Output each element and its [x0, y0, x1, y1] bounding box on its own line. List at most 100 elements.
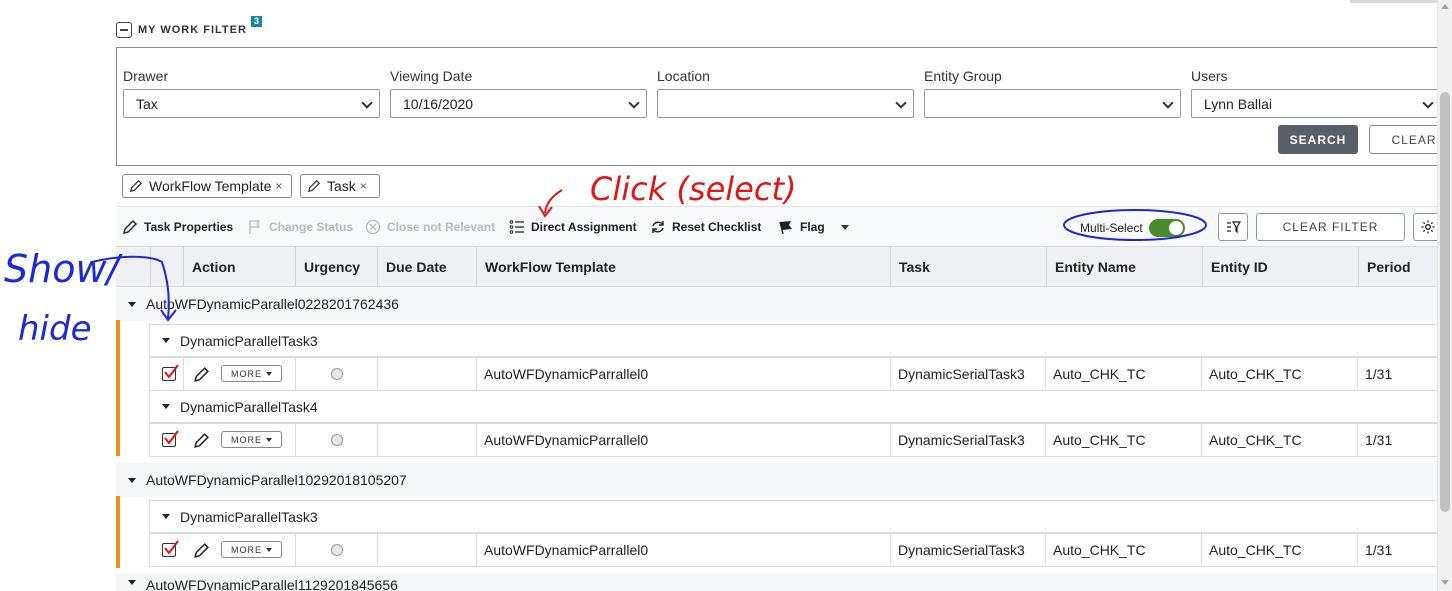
refresh-icon — [652, 221, 664, 233]
pencil-icon — [123, 220, 137, 234]
urgency-indicator — [331, 368, 343, 380]
more-button[interactable]: MORE — [221, 365, 282, 382]
more-button[interactable]: MORE — [221, 541, 282, 558]
chevron-down-icon — [628, 97, 640, 109]
caret-down-icon[interactable] — [128, 477, 136, 483]
chip-workflow-template[interactable]: WorkFlow Template × — [122, 174, 292, 198]
multi-select-toggle[interactable]: Multi-Select — [1080, 219, 1185, 237]
multi-select-label: Multi-Select — [1080, 221, 1143, 235]
group-row[interactable]: AutoWFDynamicParallel0228201762436 — [116, 287, 1452, 321]
caret-down-icon — [266, 371, 272, 376]
row-checkbox[interactable] — [162, 430, 179, 447]
urgency-cell — [295, 424, 377, 456]
pencil-icon[interactable] — [193, 542, 210, 559]
pencil-icon[interactable] — [193, 432, 210, 449]
workflow-template-cell: AutoWFDynamicParrallel0 — [476, 534, 890, 566]
due-date-cell — [377, 534, 476, 566]
task-properties-button[interactable]: Task Properties — [122, 219, 233, 235]
change-status-button[interactable]: Change Status — [247, 219, 353, 235]
entity-name-cell: Auto_CHK_TC — [1045, 534, 1201, 566]
page-root: MY WORK FILTER 3 Drawer Tax Viewing Date… — [0, 0, 1452, 591]
location-field: Location — [657, 68, 914, 118]
column-header-urgency[interactable]: Urgency — [295, 247, 377, 287]
caret-down-icon[interactable] — [162, 404, 170, 409]
column-header-select[interactable] — [150, 247, 183, 287]
close-icon[interactable]: × — [275, 179, 282, 193]
pencil-icon[interactable] — [193, 366, 210, 383]
subgroup-row[interactable]: DynamicParallelTask3 — [149, 324, 1452, 357]
column-header-task[interactable]: Task — [890, 247, 1046, 287]
annotation-show-text: Show/ — [4, 247, 124, 291]
red-check-annotation-icon — [164, 540, 179, 555]
collapse-icon[interactable] — [116, 22, 132, 38]
filter-count-badge: 3 — [251, 16, 263, 27]
drawer-label: Drawer — [123, 68, 169, 84]
direct-assignment-button[interactable]: Direct Assignment — [509, 219, 637, 235]
caret-down-icon[interactable] — [162, 338, 170, 343]
row-checkbox[interactable] — [162, 364, 179, 381]
vertical-scrollbar[interactable] — [1437, 0, 1452, 591]
caret-down-icon[interactable] — [128, 580, 136, 585]
table-row[interactable]: MORE AutoWFDynamicParrallel0 DynamicSeri… — [149, 357, 1452, 391]
group-row[interactable]: AutoWFDynamicParallel10292018105207 — [116, 463, 1452, 497]
column-header-entity-id[interactable]: Entity ID — [1202, 247, 1358, 287]
column-header-due-date[interactable]: Due Date — [377, 247, 476, 287]
chip-label: WorkFlow Template — [149, 178, 272, 194]
reset-checklist-button[interactable]: Reset Checklist — [650, 219, 761, 235]
flag-dropdown[interactable]: Flag — [778, 219, 849, 235]
task-cell: DynamicSerialTask3 — [890, 358, 1045, 390]
workflow-template-cell: AutoWFDynamicParrallel0 — [476, 358, 890, 390]
viewing-date-value: 10/16/2020 — [403, 96, 474, 112]
row-checkbox[interactable] — [162, 540, 179, 557]
close-icon[interactable]: × — [360, 179, 367, 193]
pencil-icon — [307, 179, 321, 193]
subgroup-row[interactable]: DynamicParallelTask3 — [149, 500, 1452, 533]
column-header-workflow-template[interactable]: WorkFlow Template — [476, 247, 890, 287]
table-row[interactable]: MORE AutoWFDynamicParrallel0 DynamicSeri… — [149, 423, 1452, 457]
reset-checklist-label: Reset Checklist — [672, 220, 762, 234]
group-name: AutoWFDynamicParallel1129201845656 — [146, 577, 398, 591]
users-field: Users Lynn Ballai — [1191, 68, 1441, 118]
scroll-down-arrow-icon[interactable] — [1441, 580, 1449, 585]
drawer-select[interactable]: Tax — [123, 89, 380, 118]
entity-id-cell: Auto_CHK_TC — [1201, 424, 1357, 456]
scroll-up-arrow-icon[interactable] — [1441, 4, 1449, 9]
due-date-cell — [377, 358, 476, 390]
caret-down-icon[interactable] — [162, 514, 170, 519]
group-name: AutoWFDynamicParallel10292018105207 — [146, 472, 407, 488]
users-select[interactable]: Lynn Ballai — [1191, 89, 1441, 118]
subgroup-name: DynamicParallelTask3 — [180, 332, 318, 349]
group-accent-bar — [116, 320, 120, 456]
clear-filter-button[interactable]: CLEAR FILTER — [1256, 213, 1405, 241]
close-not-relevant-label: Close not Relevant — [387, 220, 496, 234]
table-row[interactable]: MORE AutoWFDynamicParrallel0 DynamicSeri… — [149, 533, 1452, 567]
location-select[interactable] — [657, 89, 914, 118]
viewing-date-label: Viewing Date — [390, 68, 473, 84]
cell-divider — [183, 358, 184, 390]
filter-header[interactable]: MY WORK FILTER — [116, 22, 247, 38]
sort-filter-button[interactable] — [1218, 213, 1248, 241]
viewing-date-select[interactable]: 10/16/2020 — [390, 89, 647, 118]
chip-task[interactable]: Task × — [300, 174, 380, 198]
table-header: Action Urgency Due Date WorkFlow Templat… — [116, 246, 1452, 287]
list-icon — [509, 220, 524, 234]
caret-down-icon — [840, 224, 849, 230]
sort-filter-icon — [1227, 221, 1241, 234]
search-button[interactable]: SEARCH — [1278, 125, 1358, 154]
group-accent-bar — [116, 496, 120, 568]
toggle-switch[interactable] — [1148, 219, 1185, 237]
caret-down-icon[interactable] — [128, 301, 136, 307]
more-button[interactable]: MORE — [221, 431, 282, 448]
group-row[interactable]: AutoWFDynamicParallel1129201845656 — [116, 573, 1452, 591]
entity-group-select[interactable] — [924, 89, 1181, 118]
scrollbar-thumb[interactable] — [1440, 92, 1450, 512]
drawer-value: Tax — [136, 96, 158, 112]
close-not-relevant-button[interactable]: Close not Relevant — [365, 219, 495, 235]
pencil-icon — [129, 179, 143, 193]
column-header-action[interactable]: Action — [183, 247, 295, 287]
column-header-entity-name[interactable]: Entity Name — [1046, 247, 1202, 287]
subgroup-row[interactable]: DynamicParallelTask4 — [149, 390, 1452, 423]
chevron-down-icon — [895, 97, 907, 109]
red-check-annotation-icon — [164, 430, 179, 445]
urgency-indicator — [331, 434, 343, 446]
